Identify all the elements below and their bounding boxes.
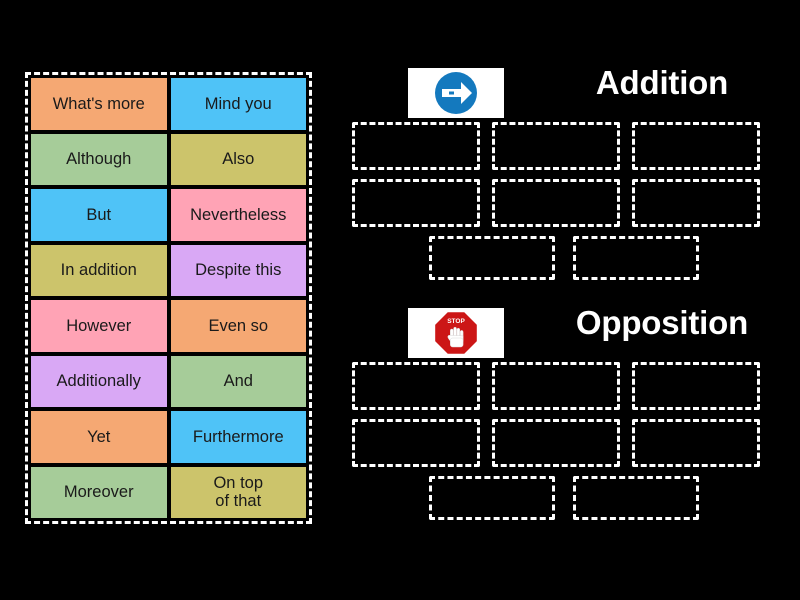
category-addition: Addition	[352, 62, 776, 289]
word-tile-label: Although	[66, 150, 132, 169]
category-opposition-title: Opposition	[575, 304, 749, 341]
word-tile[interactable]: However	[31, 300, 167, 352]
category-addition-dropzones	[352, 122, 776, 280]
svg-text:STOP: STOP	[447, 318, 465, 325]
dropzone[interactable]	[632, 419, 760, 467]
word-tile-label: What's more	[52, 94, 145, 113]
dropzone[interactable]	[429, 236, 555, 280]
dropzone[interactable]	[632, 362, 760, 410]
word-tile[interactable]: Yet	[31, 411, 167, 463]
category-opposition-dropzones	[352, 362, 776, 520]
word-tile[interactable]: Nevertheless	[170, 189, 306, 241]
category-opposition-icon-card: STOP	[408, 308, 504, 358]
category-addition-icon-card	[408, 68, 504, 118]
word-tile-label: But	[86, 205, 112, 224]
word-tile[interactable]: On top of that	[170, 466, 306, 518]
dropzone[interactable]	[352, 419, 480, 467]
word-tile[interactable]: But	[31, 189, 167, 241]
word-tile-label: Even so	[208, 316, 269, 335]
dropzone[interactable]	[492, 122, 620, 170]
dropzone[interactable]	[573, 476, 699, 520]
word-tile[interactable]: Mind you	[170, 78, 306, 130]
category-addition-title: Addition	[595, 64, 729, 101]
word-tile-label: Yet	[87, 427, 111, 446]
word-tile-label: Additionally	[56, 372, 141, 391]
dropzone[interactable]	[429, 476, 555, 520]
dropzone[interactable]	[492, 419, 620, 467]
dropzone[interactable]	[492, 179, 620, 227]
word-tile[interactable]: In addition	[31, 244, 167, 296]
category-addition-header: Addition	[352, 62, 776, 120]
word-bank-panel: What's more Mind you Although Also But N…	[25, 72, 312, 524]
dropzone[interactable]	[352, 362, 480, 410]
category-opposition-header: STOP Opposition	[352, 302, 776, 360]
word-tile-label: And	[223, 372, 253, 391]
dropzone-row	[352, 236, 776, 280]
dropzone[interactable]	[492, 362, 620, 410]
word-tile[interactable]: Despite this	[170, 244, 306, 296]
word-tile-label: On top of that	[213, 473, 264, 511]
dropzone[interactable]	[632, 122, 760, 170]
word-tile-label: Moreover	[63, 483, 134, 502]
word-bank-grid: What's more Mind you Although Also But N…	[31, 78, 306, 518]
word-tile-label: However	[66, 316, 132, 335]
word-tile-label: In addition	[60, 261, 137, 280]
word-tile[interactable]: And	[170, 355, 306, 407]
red-stop-hand-sign-icon: STOP	[433, 310, 479, 356]
blue-right-arrow-sign-icon	[434, 71, 478, 115]
dropzone[interactable]	[632, 179, 760, 227]
word-tile[interactable]: Additionally	[31, 355, 167, 407]
word-tile-label: Nevertheless	[190, 205, 287, 224]
dropzone[interactable]	[573, 236, 699, 280]
word-tile[interactable]: Moreover	[31, 466, 167, 518]
dropzone[interactable]	[352, 122, 480, 170]
word-tile-label: Also	[222, 150, 255, 169]
word-tile-label: Furthermore	[192, 427, 284, 446]
word-tile-label: Mind you	[204, 94, 272, 113]
dropzone-row	[352, 122, 776, 170]
dropzone-row	[352, 362, 776, 410]
word-tile[interactable]: Furthermore	[170, 411, 306, 463]
word-tile-label: Despite this	[195, 261, 282, 280]
dropzone-row	[352, 419, 776, 467]
dropzone-row	[352, 476, 776, 520]
dropzone-row	[352, 179, 776, 227]
word-tile[interactable]: Also	[170, 133, 306, 185]
dropzone[interactable]	[352, 179, 480, 227]
category-opposition: STOP Opposition	[352, 302, 776, 529]
word-tile[interactable]: What's more	[31, 78, 167, 130]
word-tile[interactable]: Although	[31, 133, 167, 185]
word-tile[interactable]: Even so	[170, 300, 306, 352]
